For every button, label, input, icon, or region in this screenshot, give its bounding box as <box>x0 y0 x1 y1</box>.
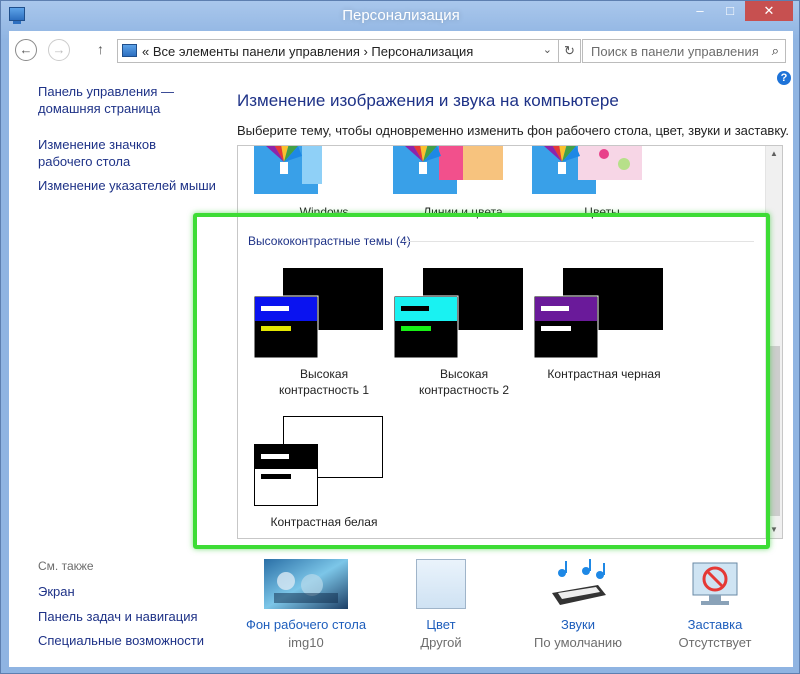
theme-label: Цветы <box>584 205 620 219</box>
refresh-icon: ↻ <box>564 43 575 58</box>
sidebar-home-link[interactable]: Панель управления — домашняя страница <box>38 83 174 117</box>
screensaver-setting[interactable]: Заставка Отсутствует <box>665 559 765 650</box>
sounds-icon <box>552 559 606 605</box>
group-divider <box>404 241 754 242</box>
desktop-background-link[interactable]: Фон рабочего стола <box>241 617 371 632</box>
desktop-background-setting[interactable]: Фон рабочего стола img10 <box>241 559 371 650</box>
theme-preview-icon <box>533 268 663 359</box>
theme-preview-icon <box>532 146 642 194</box>
window-title: Персонализация <box>342 7 460 24</box>
theme-high-contrast-2[interactable]: Высокая контрастность 2 <box>393 268 534 397</box>
theme-preview-icon <box>253 268 383 359</box>
client-area: ← → ↑ « Все элементы панели управления ›… <box>9 31 793 667</box>
theme-flowers[interactable]: Цветы <box>532 146 672 219</box>
refresh-button[interactable]: ↻ <box>559 39 581 63</box>
minimize-button[interactable]: – <box>685 1 715 21</box>
see-also-display-link[interactable]: Экран <box>38 583 75 600</box>
screensaver-link[interactable]: Заставка <box>665 617 765 632</box>
breadcrumb[interactable]: « Все элементы панели управления › Персо… <box>142 44 473 59</box>
color-link[interactable]: Цвет <box>391 617 491 632</box>
theme-label: Высокая контрастность 1 <box>278 367 370 397</box>
screensaver-value: Отсутствует <box>678 635 752 650</box>
sounds-setting[interactable]: Звуки По умолчанию <box>528 559 628 650</box>
theme-label: Windows <box>299 205 349 219</box>
title-bar[interactable]: Персонализация – □ ✕ <box>1 1 800 31</box>
navigation-bar: ← → ↑ « Все элементы панели управления ›… <box>9 31 793 69</box>
sounds-link[interactable]: Звуки <box>528 617 628 632</box>
maximize-button[interactable]: □ <box>715 1 745 21</box>
theme-lines-colors[interactable]: Линии и цвета <box>393 146 533 219</box>
close-button[interactable]: ✕ <box>745 1 793 21</box>
close-icon: ✕ <box>763 3 775 18</box>
group-title-high-contrast: Высококонтрастные темы (4) <box>248 234 411 248</box>
theme-label: Высокая контрастность 2 <box>418 367 510 397</box>
minimize-icon: – <box>696 3 704 18</box>
sidebar-item-mouse-pointers[interactable]: Изменение указателей мыши <box>38 177 216 194</box>
scroll-up-icon[interactable]: ▲ <box>766 146 782 162</box>
maximize-icon: □ <box>726 3 734 18</box>
up-button[interactable]: ↑ <box>97 41 104 57</box>
theme-list-scrollbar[interactable]: ▲ ▼ <box>765 146 782 538</box>
theme-label: Контрастная черная <box>547 367 661 381</box>
color-setting[interactable]: Цвет Другой <box>391 559 491 650</box>
theme-preview-icon <box>254 416 383 506</box>
desktop-background-value: img10 <box>288 635 324 650</box>
theme-contrast-white[interactable]: Контрастная белая <box>254 416 394 529</box>
scroll-down-icon[interactable]: ▼ <box>766 522 782 538</box>
theme-preview-icon <box>254 146 322 194</box>
theme-contrast-black[interactable]: Контрастная черная <box>533 268 674 381</box>
control-panel-icon <box>122 44 137 57</box>
chevron-down-icon[interactable]: ⌄ <box>543 43 552 56</box>
theme-list[interactable]: Windows Линии и цвета Цветы Высококонтра… <box>237 145 783 539</box>
see-also-taskbar-link[interactable]: Панель задач и навигация <box>38 608 198 625</box>
sounds-value: По умолчанию <box>534 635 622 650</box>
back-arrow-icon: ← <box>19 42 33 57</box>
theme-label: Линии и цвета <box>423 205 503 219</box>
scroll-thumb[interactable] <box>768 346 780 516</box>
desktop-background-icon <box>264 559 348 609</box>
color-swatch-icon <box>416 559 466 609</box>
theme-preview-icon <box>393 146 503 194</box>
theme-high-contrast-1[interactable]: Высокая контрастность 1 <box>253 268 394 397</box>
theme-preview-icon <box>393 268 523 359</box>
search-placeholder: Поиск в панели управления <box>591 44 759 59</box>
color-value: Другой <box>420 635 462 650</box>
up-arrow-icon: ↑ <box>97 41 104 57</box>
forward-button[interactable]: → <box>48 39 70 61</box>
sidebar-item-desktop-icons[interactable]: Изменение значков рабочего стола <box>38 136 156 170</box>
search-input[interactable]: Поиск в панели управления ⌕ <box>582 39 786 63</box>
address-bar[interactable]: « Все элементы панели управления › Персо… <box>117 39 559 63</box>
help-icon[interactable]: ? <box>777 71 791 85</box>
see-also-accessibility-link[interactable]: Специальные возможности <box>38 632 204 649</box>
theme-label: Контрастная белая <box>270 515 378 529</box>
sidebar: Панель управления — домашняя страница Из… <box>9 69 219 667</box>
see-also-label: См. также <box>38 559 94 573</box>
theme-windows[interactable]: Windows <box>254 146 394 219</box>
window: Персонализация – □ ✕ ← → ↑ « Все элемент… <box>0 0 800 674</box>
page-description: Выберите тему, чтобы одновременно измени… <box>237 123 789 138</box>
back-button[interactable]: ← <box>15 39 37 61</box>
search-icon[interactable]: ⌕ <box>772 43 779 59</box>
screensaver-icon <box>692 562 738 605</box>
forward-arrow-icon: → <box>52 42 66 57</box>
page-title: Изменение изображения и звука на компьют… <box>237 91 619 110</box>
